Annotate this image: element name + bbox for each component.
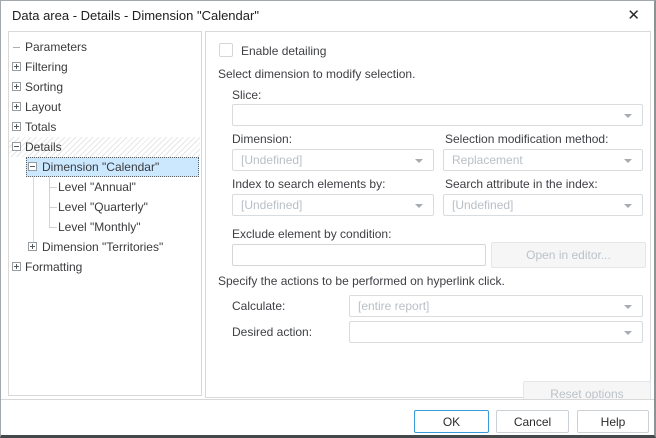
chevron-down-icon — [624, 331, 632, 335]
tree-item-label: Formatting — [25, 257, 82, 277]
tree-item-label: Parameters — [25, 37, 87, 57]
search-attribute-value: [Undefined] — [452, 195, 513, 215]
close-icon[interactable]: ✕ — [627, 7, 640, 25]
tree-expand-icon[interactable] — [12, 122, 21, 131]
tree-collapse-icon[interactable] — [28, 162, 37, 171]
tree-item-label: Totals — [25, 117, 56, 137]
tree-item-label: Dimension "Calendar" — [42, 157, 159, 177]
tree-item-totals[interactable]: Totals — [9, 117, 201, 137]
selection-method-label: Selection modification method: — [445, 132, 608, 146]
tree-expand-icon[interactable] — [12, 102, 21, 111]
tree-item-parameters[interactable]: Parameters — [9, 37, 201, 57]
index-search-dropdown[interactable]: [Undefined] — [232, 194, 434, 216]
section-hyperlink-actions: Specify the actions to be performed on h… — [218, 274, 505, 288]
tree-item-sorting[interactable]: Sorting — [9, 77, 201, 97]
calculate-label: Calculate: — [232, 299, 285, 313]
tree-item-level-annual[interactable]: Level "Annual" — [9, 177, 201, 197]
tree-dash-icon — [13, 47, 20, 48]
tree-item-dimension-calendar[interactable]: Dimension "Calendar" — [9, 157, 201, 177]
ok-button[interactable]: OK — [414, 410, 489, 433]
enable-detailing-label: Enable detailing — [241, 44, 326, 58]
slice-label: Slice: — [232, 88, 261, 102]
tree-item-layout[interactable]: Layout — [9, 97, 201, 117]
tree-item-level-monthly[interactable]: Level "Monthly" — [9, 217, 201, 237]
calculate-value: [entire report] — [358, 296, 429, 316]
tree-expand-icon[interactable] — [12, 82, 21, 91]
chevron-down-icon — [624, 159, 632, 163]
tree-panel: ParametersFilteringSortingLayoutTotalsDe… — [8, 31, 202, 396]
open-in-editor-button[interactable]: Open in editor... — [491, 242, 646, 268]
dimension-label: Dimension: — [232, 132, 292, 146]
tree-item-label: Filtering — [25, 57, 68, 77]
section-select-dimension: Select dimension to modify selection. — [218, 67, 415, 81]
dimension-dropdown[interactable]: [Undefined] — [232, 149, 434, 171]
tree-item-label: Details — [25, 137, 62, 157]
footer-bar: OK Cancel Help — [1, 399, 654, 435]
selection-method-dropdown[interactable]: Replacement — [443, 149, 643, 171]
search-attribute-label: Search attribute in the index: — [445, 177, 598, 191]
exclude-condition-input[interactable] — [232, 244, 486, 266]
slice-dropdown[interactable] — [232, 104, 643, 126]
enable-detailing-checkbox[interactable] — [219, 43, 233, 57]
tree-item-dimension-territories[interactable]: Dimension "Territories" — [9, 237, 201, 257]
tree-item-label: Level "Annual" — [58, 177, 136, 197]
tree-item-label: Level "Monthly" — [58, 217, 141, 237]
window-title: Data area - Details - Dimension "Calenda… — [12, 8, 259, 23]
help-button[interactable]: Help — [577, 410, 649, 433]
title-bar[interactable]: Data area - Details - Dimension "Calenda… — [1, 1, 654, 31]
tree-expand-icon[interactable] — [28, 242, 37, 251]
tree-item-details[interactable]: Details — [9, 137, 201, 157]
search-attribute-dropdown[interactable]: [Undefined] — [443, 194, 643, 216]
tree-item-formatting[interactable]: Formatting — [9, 257, 201, 277]
calculate-dropdown[interactable]: [entire report] — [349, 295, 643, 317]
cancel-button[interactable]: Cancel — [496, 410, 569, 433]
index-search-value: [Undefined] — [241, 195, 302, 215]
desired-action-dropdown[interactable] — [349, 321, 643, 343]
chevron-down-icon — [415, 159, 423, 163]
index-search-label: Index to search elements by: — [232, 177, 385, 191]
tree-item-level-quarterly[interactable]: Level "Quarterly" — [9, 197, 201, 217]
tree-item-label: Layout — [25, 97, 61, 117]
tree-item-label: Dimension "Territories" — [42, 237, 163, 257]
tree-collapse-icon[interactable] — [12, 142, 21, 151]
desired-action-label: Desired action: — [232, 325, 312, 339]
tree-item-label: Level "Quarterly" — [58, 197, 148, 217]
tree-item-filtering[interactable]: Filtering — [9, 57, 201, 77]
exclude-condition-label: Exclude element by condition: — [232, 227, 391, 241]
dialog: Data area - Details - Dimension "Calenda… — [0, 0, 656, 438]
chevron-down-icon — [624, 204, 632, 208]
tree-item-label: Sorting — [25, 77, 63, 97]
chevron-down-icon — [624, 305, 632, 309]
dimension-value: [Undefined] — [241, 150, 302, 170]
tree-expand-icon[interactable] — [12, 62, 21, 71]
chevron-down-icon — [624, 114, 632, 118]
selection-method-value: Replacement — [452, 150, 523, 170]
chevron-down-icon — [415, 204, 423, 208]
tree-expand-icon[interactable] — [12, 262, 21, 271]
